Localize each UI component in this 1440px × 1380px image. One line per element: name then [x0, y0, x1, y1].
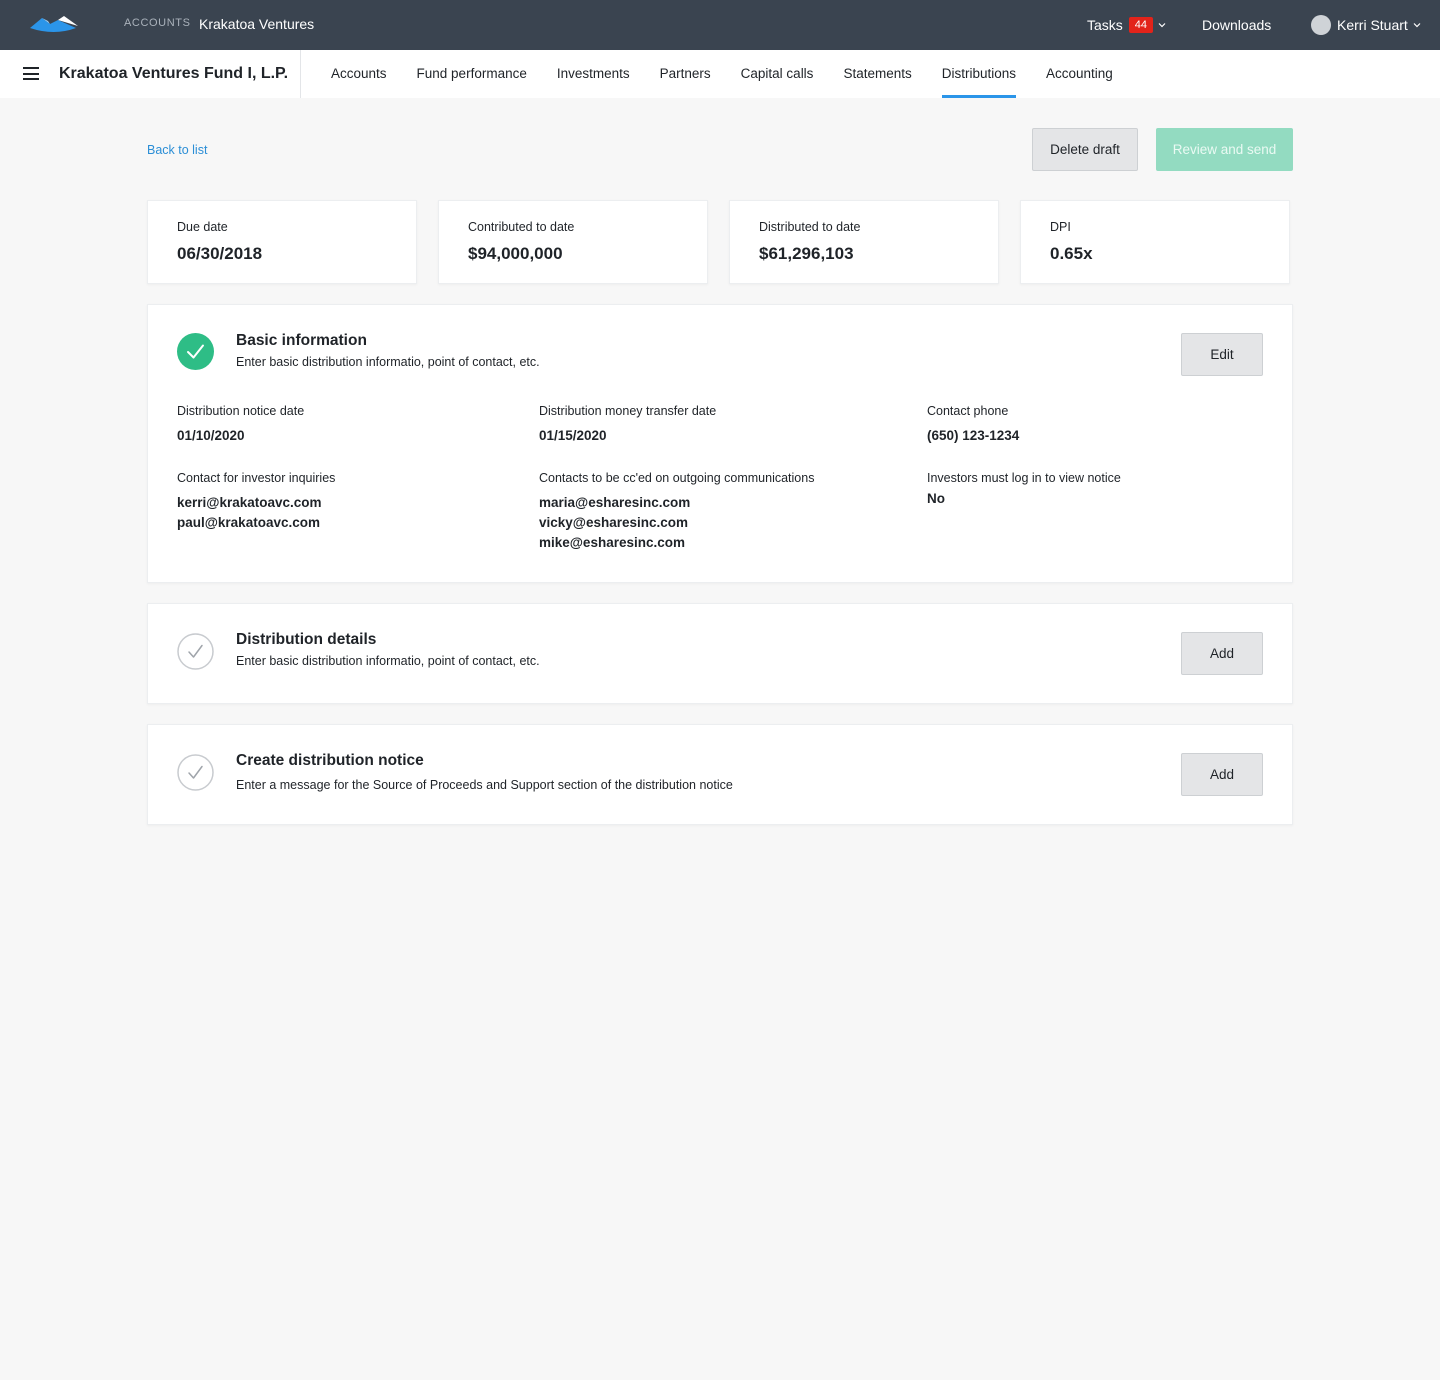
card-title: Basic information [236, 332, 367, 349]
card-subtitle: Enter basic distribution informatio, poi… [236, 355, 540, 369]
field-value: paul@krakatoavc.com [177, 515, 320, 530]
breadcrumb-account[interactable]: Krakatoa Ventures [199, 16, 314, 32]
field-value: 01/10/2020 [177, 428, 245, 443]
hamburger-menu-icon[interactable] [23, 67, 39, 80]
stat-value: 0.65x [1050, 244, 1093, 263]
field-value: vicky@esharesinc.com [539, 515, 689, 530]
stat-value: $94,000,000 [468, 244, 563, 263]
field-notice-date: Distribution notice date 01/10/2020 [177, 404, 304, 446]
stat-contributed: Contributed to date $94,000,000 [438, 200, 708, 284]
field-value: 01/15/2020 [539, 428, 607, 443]
stat-due-date: Due date 06/30/2018 [147, 200, 417, 284]
tasks-count-badge: 44 [1128, 17, 1154, 33]
stats-row: Due date 06/30/2018 Contributed to date … [147, 200, 1293, 284]
field-contact-phone: Contact phone (650) 123-1234 [927, 404, 1019, 446]
tab-distributions[interactable]: Distributions [941, 50, 1017, 98]
field-value: mike@esharesinc.com [539, 535, 685, 550]
avatar [1311, 15, 1331, 35]
stat-value: 06/30/2018 [177, 244, 263, 263]
review-and-send-button[interactable]: Review and send [1156, 128, 1293, 171]
add-distribution-details-button[interactable]: Add [1181, 632, 1263, 675]
user-name: Kerri Stuart [1337, 17, 1408, 33]
tab-accounts[interactable]: Accounts [331, 50, 387, 98]
card-subtitle: Enter a message for the Source of Procee… [236, 778, 733, 792]
field-value: (650) 123-1234 [927, 428, 1020, 443]
logo-icon[interactable] [28, 14, 80, 34]
field-investor-inquiries: Contact for investor inquiries kerri@kra… [177, 471, 335, 533]
breadcrumb-label: ACCOUNTS [124, 17, 191, 29]
nav-divider [300, 50, 301, 98]
tab-capital-calls[interactable]: Capital calls [741, 50, 814, 98]
downloads-link[interactable]: Downloads [1202, 17, 1271, 33]
field-value: maria@esharesinc.com [539, 495, 691, 510]
chevron-down-icon [1413, 23, 1421, 28]
tab-investments[interactable]: Investments [557, 50, 630, 98]
edit-button[interactable]: Edit [1181, 333, 1263, 376]
tab-bar: Accounts Fund performance Investments Pa… [331, 50, 1143, 98]
card-title: Distribution details [236, 631, 377, 648]
check-complete-icon [177, 333, 214, 370]
field-label: Contacts to be cc'ed on outgoing communi… [539, 471, 815, 485]
field-value: No [927, 491, 945, 506]
tab-fund-performance[interactable]: Fund performance [417, 50, 527, 98]
fund-title: Krakatoa Ventures Fund I, L.P. [59, 65, 289, 82]
card-title: Create distribution notice [236, 752, 424, 769]
distribution-notice-card: Create distribution notice Enter a messa… [147, 724, 1293, 825]
stat-label: Contributed to date [468, 220, 575, 234]
check-pending-icon [177, 754, 214, 791]
stat-label: DPI [1050, 220, 1071, 234]
field-label: Contact for investor inquiries [177, 471, 336, 485]
field-login-required: Investors must log in to view notice No [927, 471, 1121, 509]
distribution-details-card: Distribution details Enter basic distrib… [147, 603, 1293, 704]
tasks-label: Tasks [1087, 17, 1123, 33]
stat-dpi: DPI 0.65x [1020, 200, 1290, 284]
check-pending-icon [177, 633, 214, 670]
tab-accounting[interactable]: Accounting [1046, 50, 1113, 98]
add-distribution-notice-button[interactable]: Add [1181, 753, 1263, 796]
user-menu[interactable]: Kerri Stuart [1311, 15, 1421, 35]
field-value: kerri@krakatoavc.com [177, 495, 322, 510]
stat-label: Due date [177, 220, 228, 234]
field-label: Distribution notice date [177, 404, 305, 418]
stat-label: Distributed to date [759, 220, 861, 234]
fund-nav: Krakatoa Ventures Fund I, L.P. Accounts … [0, 50, 1440, 98]
chevron-down-icon [1158, 23, 1166, 28]
field-label: Contact phone [927, 404, 1009, 418]
card-subtitle: Enter basic distribution informatio, poi… [236, 654, 540, 668]
tab-statements[interactable]: Statements [843, 50, 911, 98]
basic-information-card: Basic information Enter basic distributi… [147, 304, 1293, 583]
tasks-menu[interactable]: Tasks 44 [1087, 17, 1166, 33]
delete-draft-button[interactable]: Delete draft [1032, 128, 1138, 171]
field-cc-contacts: Contacts to be cc'ed on outgoing communi… [539, 471, 814, 553]
tab-partners[interactable]: Partners [660, 50, 711, 98]
stat-distributed: Distributed to date $61,296,103 [729, 200, 999, 284]
field-label: Distribution money transfer date [539, 404, 717, 418]
field-label: Investors must log in to view notice [927, 471, 1121, 485]
back-to-list-link[interactable]: Back to list [147, 143, 207, 157]
field-transfer-date: Distribution money transfer date 01/15/2… [539, 404, 716, 446]
stat-value: $61,296,103 [759, 244, 854, 263]
top-bar: ACCOUNTS Krakatoa Ventures Tasks 44 Down… [0, 0, 1440, 50]
